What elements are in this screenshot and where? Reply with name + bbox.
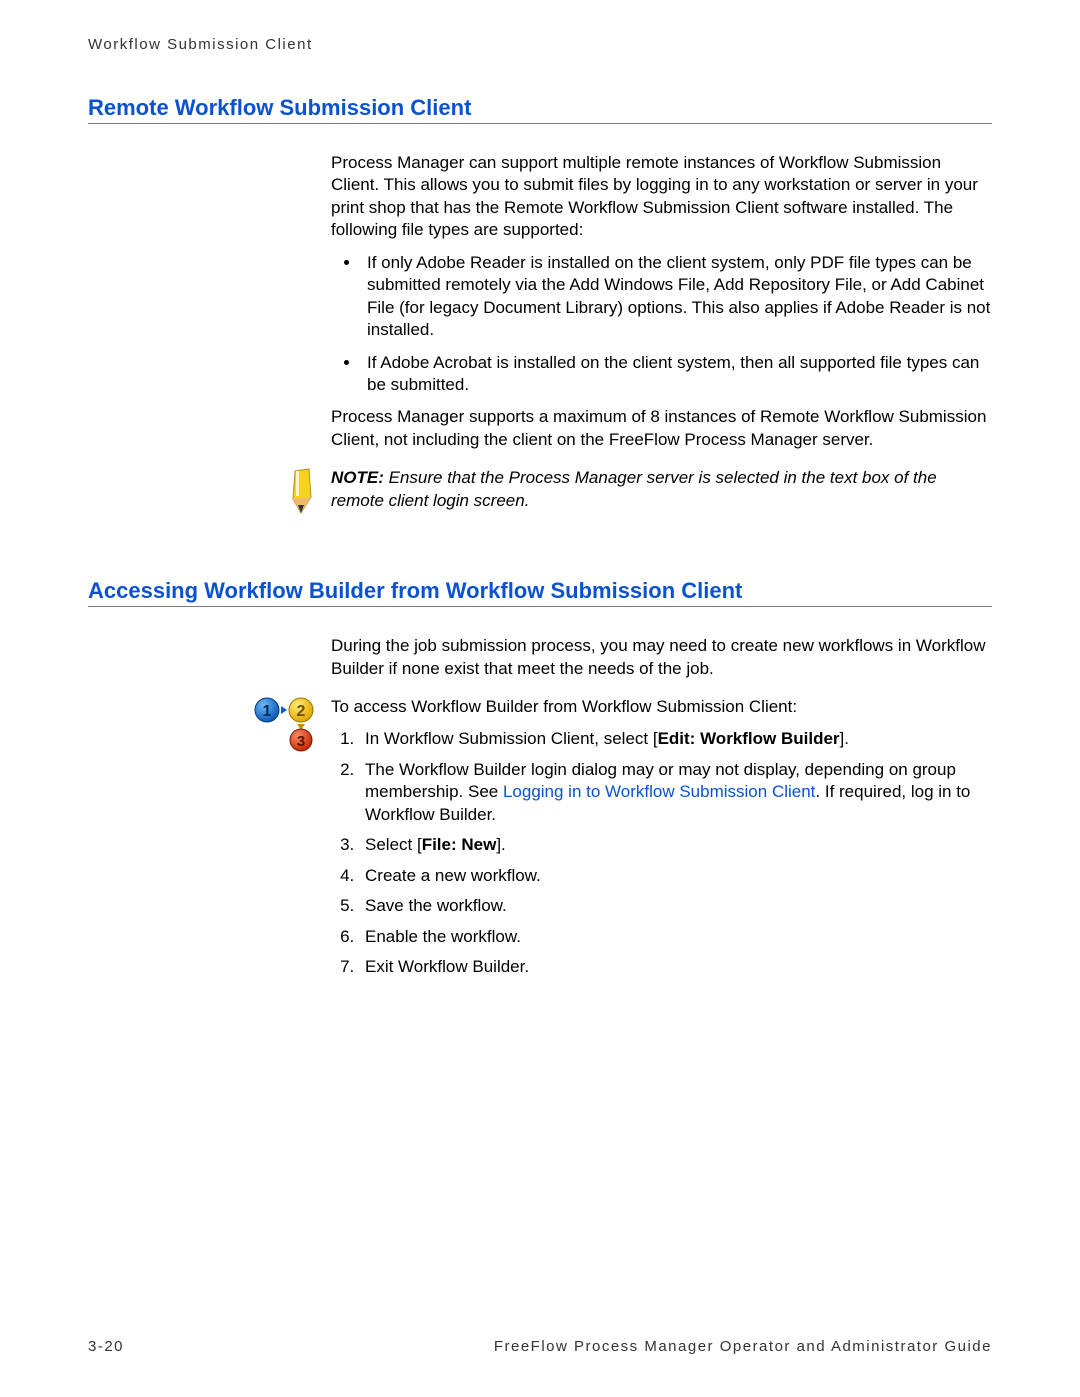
step-4: Create a new workflow. — [359, 865, 992, 887]
link-logging-in[interactable]: Logging in to Workflow Submission Client — [503, 782, 815, 801]
running-header: Workflow Submission Client — [88, 36, 992, 53]
block-steps: 1 2 3 To access Workflow Builder from Wo… — [88, 696, 992, 986]
para-access-lead: To access Workflow Builder from Workflow… — [331, 696, 992, 718]
guide-title: FreeFlow Process Manager Operator and Ad… — [494, 1338, 992, 1355]
note-para: NOTE: Ensure that the Process Manager se… — [331, 467, 992, 512]
step-3a: Select [ — [365, 835, 422, 854]
step-6: Enable the workflow. — [359, 926, 992, 948]
step-1a: In Workflow Submission Client, select [ — [365, 729, 658, 748]
step-7: Exit Workflow Builder. — [359, 956, 992, 978]
step-3: Select [File: New]. — [359, 834, 992, 856]
block-intro: Process Manager can support multiple rem… — [88, 152, 992, 461]
para-intro: Process Manager can support multiple rem… — [331, 152, 992, 242]
note-text: Ensure that the Process Manager server i… — [331, 468, 937, 509]
note-label: NOTE: — [331, 468, 389, 487]
para-max: Process Manager supports a maximum of 8 … — [331, 406, 992, 451]
pencil-icon — [287, 467, 317, 515]
para-access-intro: During the job submission process, you m… — [331, 635, 992, 680]
ordered-steps: In Workflow Submission Client, select [E… — [331, 728, 992, 978]
step-1c: ]. — [840, 729, 849, 748]
block-access-intro: During the job submission process, you m… — [88, 635, 992, 690]
step-3b: File: New — [422, 835, 497, 854]
svg-text:2: 2 — [297, 703, 306, 720]
step-5: Save the workflow. — [359, 895, 992, 917]
bullet-2: If Adobe Acrobat is installed on the cli… — [361, 352, 992, 397]
page-number: 3-20 — [88, 1338, 124, 1355]
svg-text:3: 3 — [297, 733, 305, 750]
page-footer: 3-20 FreeFlow Process Manager Operator a… — [88, 1338, 992, 1355]
step-1b: Edit: Workflow Builder — [658, 729, 840, 748]
numbered-steps-icon: 1 2 3 — [253, 696, 317, 752]
bullet-1: If only Adobe Reader is installed on the… — [361, 252, 992, 342]
section-heading-remote: Remote Workflow Submission Client — [88, 95, 992, 124]
step-3c: ]. — [496, 835, 505, 854]
block-note: NOTE: Ensure that the Process Manager se… — [88, 467, 992, 522]
bullet-list: If only Adobe Reader is installed on the… — [331, 252, 992, 397]
document-page: Workflow Submission Client Remote Workfl… — [0, 0, 1080, 1397]
section-heading-accessing: Accessing Workflow Builder from Workflow… — [88, 578, 992, 607]
svg-text:1: 1 — [263, 703, 272, 720]
step-2: The Workflow Builder login dialog may or… — [359, 759, 992, 826]
step-1: In Workflow Submission Client, select [E… — [359, 728, 992, 750]
